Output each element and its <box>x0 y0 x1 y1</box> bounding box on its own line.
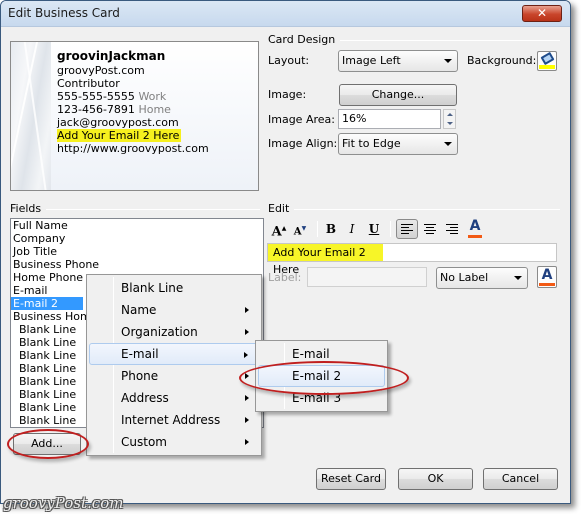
field-list-item[interactable]: Job Title <box>11 245 263 258</box>
submenu-item-e-mail[interactable]: E-mail <box>258 343 385 365</box>
cancel-button[interactable]: Cancel <box>483 468 558 490</box>
field-value-input[interactable]: Add Your Email 2 Here <box>267 243 557 276</box>
toolbar-separator <box>317 221 318 237</box>
menu-item-organization[interactable]: Organization <box>89 321 259 343</box>
font-color-icon: A <box>469 218 481 234</box>
align-left-button[interactable] <box>396 219 418 239</box>
field-value-text: Add Your Email 2 Here <box>268 244 383 276</box>
edit-header: Edit <box>268 202 560 215</box>
color-bar <box>468 235 482 238</box>
divider <box>46 209 260 210</box>
card-text: groovinJackman groovyPost.com Contributo… <box>57 50 209 155</box>
image-align-dropdown[interactable]: Fit to Edge <box>338 133 458 155</box>
align-center-icon <box>424 224 436 234</box>
font-color-button[interactable]: A <box>467 219 483 238</box>
business-card-preview: groovinJackman groovyPost.com Contributo… <box>10 41 259 191</box>
layout-dropdown[interactable]: Image Left <box>338 50 458 72</box>
align-center-button[interactable] <box>421 220 439 238</box>
field-list-item[interactable]: Company <box>11 232 263 245</box>
color-bar <box>539 283 555 286</box>
card-email: jack@groovypost.com <box>57 116 179 129</box>
change-image-button[interactable]: Change... <box>339 84 457 106</box>
submenu-item-e-mail-2[interactable]: E-mail 2 <box>258 365 385 387</box>
card-image <box>11 42 51 190</box>
image-area-input[interactable]: 16% <box>338 109 441 129</box>
card-email2: Add Your Email 2 Here <box>57 129 182 142</box>
watermark: groovyPost.com <box>3 494 124 512</box>
add-field-menu: Blank Line Name Organization E-mail Phone Add… <box>86 274 262 456</box>
title-bar: Edit Business Card ✕ <box>1 1 570 27</box>
card-home-phone: 123-456-7891 Home <box>57 103 171 116</box>
background-label: Background: <box>467 54 537 67</box>
menu-item-internet-address[interactable]: Internet Address <box>89 409 259 431</box>
shrink-font-icon: A <box>293 226 302 238</box>
image-area-spinner[interactable] <box>443 109 456 129</box>
window-title: Edit Business Card <box>8 6 120 20</box>
menu-item-blank-line[interactable]: Blank Line <box>89 277 259 299</box>
grow-font-button[interactable]: A▲ <box>271 220 287 240</box>
close-icon: ✕ <box>536 6 548 20</box>
submenu-arrow-icon <box>245 395 249 401</box>
field-list-item[interactable]: E-mail 2 <box>11 297 83 310</box>
submenu-arrow-icon <box>245 307 249 313</box>
image-label: Image: <box>268 88 307 101</box>
layout-label: Layout: <box>268 54 310 67</box>
reset-card-button[interactable]: Reset Card <box>316 468 386 490</box>
menu-item-name[interactable]: Name <box>89 299 259 321</box>
submenu-arrow-icon <box>244 352 248 358</box>
paint-bucket-icon <box>540 51 555 66</box>
card-job-title: Contributor <box>57 77 120 90</box>
chevron-down-icon <box>514 276 522 280</box>
image-align-label: Image Align: <box>268 137 338 150</box>
chevron-down-icon <box>444 142 452 146</box>
fields-header: Fields <box>10 202 260 215</box>
menu-item-phone[interactable]: Phone <box>89 365 259 387</box>
background-color-button[interactable] <box>537 51 557 71</box>
submenu-arrow-icon <box>245 439 249 445</box>
fill-color-bar <box>539 65 555 69</box>
menu-item-e-mail[interactable]: E-mail <box>89 343 259 365</box>
underline-button[interactable]: U <box>367 220 381 238</box>
close-button[interactable]: ✕ <box>522 5 562 22</box>
divider <box>340 40 560 41</box>
submenu-item-e-mail-3[interactable]: E-mail 3 <box>258 387 385 409</box>
menu-item-address[interactable]: Address <box>89 387 259 409</box>
edit-business-card-dialog: Edit Business Card ✕ groovinJackman groo… <box>0 0 571 504</box>
image-area-label: Image Area: <box>268 113 335 126</box>
toolbar-separator <box>390 221 391 237</box>
menu-item-custom[interactable]: Custom <box>89 431 259 453</box>
field-list-item[interactable]: Business Phone <box>11 258 263 271</box>
card-work-phone: 555-555-5555 Work <box>57 90 167 103</box>
label-color-icon: A <box>541 267 553 283</box>
card-company: groovyPost.com <box>57 64 145 77</box>
spin-down-icon[interactable] <box>447 122 453 125</box>
align-left-icon <box>401 224 413 234</box>
italic-button[interactable]: I <box>345 220 359 238</box>
align-right-button[interactable] <box>443 220 461 238</box>
bold-button[interactable]: B <box>324 220 338 238</box>
shrink-font-button[interactable]: A▼ <box>292 220 308 238</box>
chevron-down-icon <box>444 59 452 63</box>
submenu-arrow-icon <box>245 329 249 335</box>
card-web: http://www.groovypost.com <box>57 142 209 155</box>
label-input[interactable] <box>307 267 427 287</box>
grow-font-icon: A <box>271 224 282 240</box>
label-position-dropdown[interactable]: No Label <box>436 267 528 289</box>
card-design-header: Card Design <box>268 33 560 46</box>
label-color-button[interactable]: A <box>537 266 557 288</box>
submenu-arrow-icon <box>245 417 249 423</box>
label-label: Label: <box>268 271 302 284</box>
add-field-button[interactable]: Add... <box>13 433 81 455</box>
spin-up-icon[interactable] <box>447 113 453 116</box>
field-list-item[interactable]: Full Name <box>11 219 263 232</box>
align-right-icon <box>446 224 458 234</box>
ok-button[interactable]: OK <box>398 468 473 490</box>
email-submenu: E-mail E-mail 2 E-mail 3 <box>255 340 388 412</box>
divider <box>294 209 560 210</box>
card-name: groovinJackman <box>57 49 166 63</box>
submenu-arrow-icon <box>245 373 249 379</box>
